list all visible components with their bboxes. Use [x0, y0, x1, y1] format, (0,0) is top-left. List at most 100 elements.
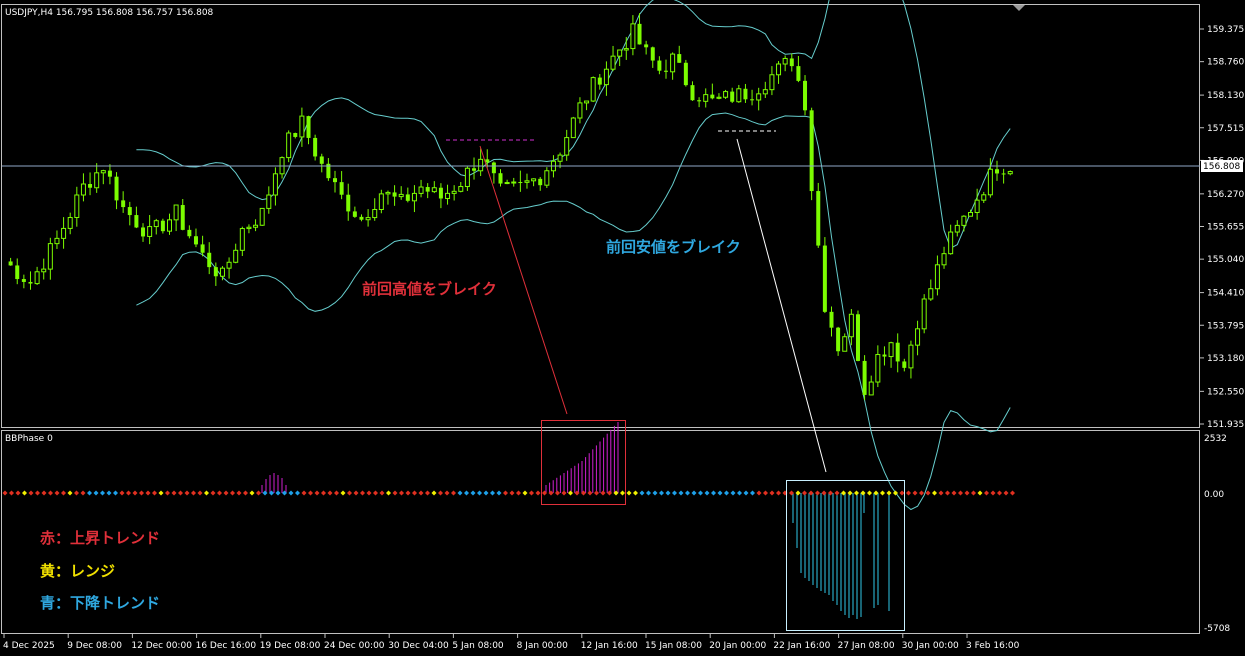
- candle-body-up: [378, 193, 384, 211]
- candle-body-up: [272, 173, 278, 196]
- candle-body-down: [650, 47, 655, 61]
- candle-body-up: [299, 115, 305, 138]
- candle-body-up: [590, 77, 596, 102]
- candle-body-up: [570, 117, 576, 139]
- time-tick-label: 30 Dec 04:00: [388, 641, 449, 651]
- candle-body-down: [200, 244, 205, 253]
- candle-body-up: [736, 88, 742, 103]
- candle-body-up: [94, 172, 100, 189]
- candle-body-up: [233, 249, 239, 263]
- current-price-label: 156.808: [1203, 162, 1240, 172]
- candle-body-up: [54, 237, 60, 245]
- candle-body-down: [392, 192, 397, 197]
- candle-body-down: [498, 173, 503, 184]
- candle-body-up: [464, 167, 470, 188]
- candle-body-up: [445, 192, 451, 199]
- candle-body-down: [644, 44, 649, 48]
- price-tick-label: 151.935: [1207, 420, 1244, 430]
- candle-body-down: [855, 314, 860, 361]
- candle-body-down: [710, 94, 715, 99]
- candle-body-up: [908, 344, 914, 369]
- candle-body-up: [848, 313, 854, 338]
- time-tick-label: 4 Dec 2025: [3, 641, 55, 651]
- candle-body-up: [504, 182, 510, 185]
- price-tick-label: 154.410: [1207, 289, 1244, 299]
- candle-body-down: [816, 191, 821, 246]
- candle-body-up: [147, 226, 153, 237]
- candle-body-up: [167, 219, 172, 232]
- candle-body-down: [293, 133, 298, 137]
- candle-body-down: [518, 182, 523, 184]
- candle-body-up: [286, 132, 292, 159]
- candle-body-up: [531, 178, 537, 182]
- candle-body-down: [491, 162, 496, 174]
- candle-body-up: [968, 211, 974, 217]
- candle-body-up: [478, 158, 484, 172]
- candle-body-down: [902, 361, 907, 368]
- candle-body-up: [431, 187, 437, 193]
- indicator-level-top: 2532: [1204, 434, 1227, 444]
- candle-body-up: [782, 57, 788, 65]
- candle-body-down: [677, 54, 682, 63]
- candle-body-up: [411, 192, 417, 202]
- candle-body-up: [47, 243, 53, 270]
- time-tick-label: 22 Jan 16:00: [773, 641, 830, 651]
- candle-body-up: [954, 224, 960, 233]
- price-axis: 159.375158.760158.130157.515156.900156.2…: [1200, 25, 1244, 430]
- candle-body-up: [603, 68, 609, 86]
- candle-body-up: [987, 168, 993, 196]
- candle-body-up: [888, 342, 894, 358]
- candle-body-up: [259, 207, 265, 226]
- mt4-chart-window[interactable]: 前回高値をブレイク 前回安値をブレイク USDJPY,H4 156.795 15…: [0, 0, 1245, 656]
- time-tick-label: 24 Dec 00:00: [324, 641, 385, 651]
- price-tick-label: 153.795: [1207, 321, 1244, 331]
- candle-body-up: [41, 268, 47, 273]
- indicator-level-bottom: -5708: [1204, 624, 1230, 634]
- candle-body-up: [842, 336, 848, 352]
- candle-body-up: [584, 100, 590, 104]
- candle-body-down: [690, 85, 695, 101]
- time-tick-label: 9 Dec 08:00: [67, 641, 122, 651]
- candle-body-down: [346, 194, 351, 212]
- legend-uptrend: 赤：上昇トレンド: [40, 529, 160, 547]
- candle-body-down: [683, 62, 688, 86]
- candle-body-down: [187, 229, 192, 237]
- candle-body-down: [134, 215, 139, 228]
- candle-body-down: [405, 194, 410, 201]
- candle-body-up: [630, 23, 636, 50]
- candle-body-up: [670, 53, 676, 73]
- candle-body-up: [769, 74, 775, 91]
- candle-body-up: [239, 228, 245, 251]
- candle-body-up: [557, 154, 563, 162]
- symbol-info: USDJPY,H4 156.795 156.808 156.757 156.80…: [5, 8, 214, 18]
- price-tick-label: 155.655: [1207, 223, 1244, 233]
- candle-body-up: [928, 288, 934, 300]
- candle-body-up: [100, 170, 106, 174]
- legend-downtrend: 青：下降トレンド: [40, 594, 160, 612]
- candle-body-up: [868, 381, 874, 396]
- candle-body-up: [266, 194, 272, 209]
- candle-body-up: [915, 328, 921, 346]
- candle-body-down: [743, 88, 748, 100]
- candle-body-down: [141, 227, 146, 237]
- time-tick-label: 19 Dec 08:00: [260, 641, 321, 651]
- candle-body-up: [61, 227, 67, 239]
- time-tick-label: 20 Jan 00:00: [709, 641, 766, 651]
- time-tick-label: 12 Dec 00:00: [131, 641, 192, 651]
- candle-body-down: [750, 99, 755, 101]
- candle-body-up: [703, 94, 709, 102]
- candle-body-up: [564, 137, 570, 156]
- candle-body-down: [664, 70, 668, 72]
- candle-body-down: [160, 220, 165, 232]
- candle-body-down: [15, 265, 20, 280]
- candle-body-down: [107, 170, 112, 177]
- candle-body-down: [425, 187, 430, 192]
- candle-body-down: [180, 205, 185, 230]
- candle-body-up: [974, 199, 980, 213]
- price-tick-label: 155.040: [1207, 255, 1244, 265]
- time-tick-label: 3 Feb 16:00: [966, 641, 1020, 651]
- legend-range: 黄：レンジ: [40, 562, 115, 580]
- candle-body-up: [948, 231, 954, 255]
- candle-body-up: [372, 209, 378, 219]
- candle-body-down: [637, 23, 642, 45]
